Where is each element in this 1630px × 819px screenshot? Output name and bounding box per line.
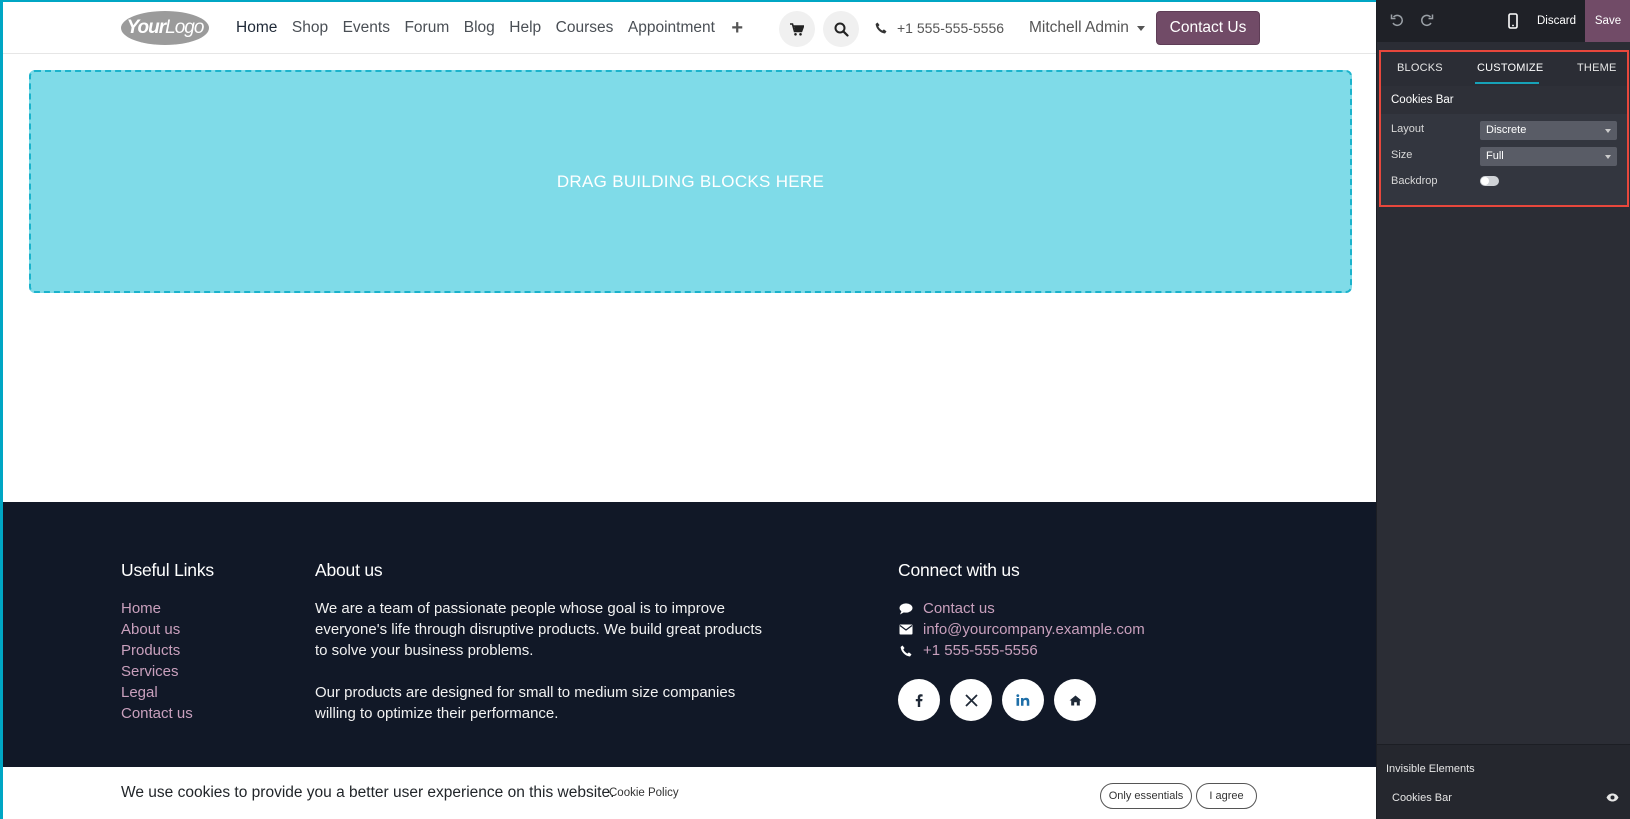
footer-link-home[interactable]: Home <box>121 598 214 619</box>
backdrop-label: Backdrop <box>1391 175 1438 187</box>
editor-tabs: BLOCKS CUSTOMIZE THEME <box>1381 52 1627 86</box>
add-menu-item-button[interactable]: + <box>731 18 743 38</box>
about-paragraph-1: We are a team of passionate people whose… <box>315 600 762 659</box>
contact-us-button[interactable]: Contact Us <box>1156 11 1260 45</box>
invisible-item-cookies-bar[interactable]: Cookies Bar <box>1392 792 1452 804</box>
tab-customize[interactable]: CUSTOMIZE <box>1477 62 1543 74</box>
linkedin-icon[interactable] <box>1002 679 1044 721</box>
invisible-elements: Invisible Elements Cookies Bar <box>1377 744 1630 819</box>
footer-link-contact[interactable]: Contact us <box>121 703 214 724</box>
mobile-preview-icon[interactable] <box>1508 13 1518 29</box>
comment-icon <box>898 602 914 615</box>
search-button[interactable] <box>823 11 859 47</box>
nav-link-home[interactable]: Home <box>236 19 277 37</box>
footer-about: About us We are a team of passionate peo… <box>315 560 775 724</box>
drop-zone-text: DRAG BUILDING BLOCKS HERE <box>556 171 825 191</box>
website-preview: Your Logo Home Shop Events Forum Blog Hel… <box>0 0 1376 819</box>
footer-connect: Connect with us Contact us info@yourcomp… <box>898 560 1145 721</box>
cart-icon <box>790 22 804 36</box>
connect-phone-row[interactable]: +1 555-555-5556 <box>898 640 1145 661</box>
snippet-options: Layout Discrete Size Full Backdrop <box>1381 114 1627 205</box>
nav-link-shop[interactable]: Shop <box>292 19 328 37</box>
x-icon[interactable] <box>950 679 992 721</box>
search-icon <box>834 22 849 37</box>
footer-useful-links: Useful Links Home About us Products Serv… <box>121 560 214 724</box>
user-menu[interactable]: Mitchell Admin <box>1029 2 1145 54</box>
invisible-elements-title: Invisible Elements <box>1386 763 1475 775</box>
nav-link-courses[interactable]: Courses <box>556 19 614 37</box>
footer: Useful Links Home About us Products Serv… <box>3 502 1376 767</box>
nav-phone[interactable]: +1 555-555-5556 <box>875 2 1004 54</box>
editor-toolbar: Discard Save <box>1377 0 1630 42</box>
size-select[interactable]: Full <box>1480 147 1617 166</box>
chevron-down-icon <box>1605 129 1611 133</box>
snippet-section-header: Cookies Bar <box>1381 86 1627 114</box>
social-links <box>898 679 1145 721</box>
chevron-down-icon <box>1605 155 1611 159</box>
home-icon[interactable] <box>1054 679 1096 721</box>
nav-link-help[interactable]: Help <box>509 19 541 37</box>
footer-link-services[interactable]: Services <box>121 661 214 682</box>
backdrop-toggle[interactable] <box>1480 176 1499 186</box>
layout-select[interactable]: Discrete <box>1480 121 1617 140</box>
toggle-knob <box>1481 177 1489 185</box>
tab-theme[interactable]: THEME <box>1577 62 1617 74</box>
customize-panel: BLOCKS CUSTOMIZE THEME Cookies Bar Layou… <box>1379 50 1629 207</box>
editor-panel: Discard Save BLOCKS CUSTOMIZE THEME Cook… <box>1376 0 1630 819</box>
facebook-icon[interactable] <box>898 679 940 721</box>
cookie-policy-link[interactable]: Cookie Policy <box>609 787 679 799</box>
footer-link-products[interactable]: Products <box>121 640 214 661</box>
size-label: Size <box>1391 149 1413 161</box>
site-logo[interactable]: Your Logo <box>121 11 209 45</box>
save-button[interactable]: Save <box>1585 0 1630 42</box>
discard-button[interactable]: Discard <box>1537 0 1576 42</box>
about-paragraph-2: Our products are designed for small to m… <box>315 684 736 722</box>
agree-button[interactable]: I agree <box>1196 783 1257 809</box>
undo-icon[interactable] <box>1389 12 1405 28</box>
drop-zone[interactable]: DRAG BUILDING BLOCKS HERE <box>29 70 1352 293</box>
footer-link-legal[interactable]: Legal <box>121 682 214 703</box>
nav-link-forum[interactable]: Forum <box>404 19 449 37</box>
nav-link-events[interactable]: Events <box>343 19 390 37</box>
eye-icon[interactable] <box>1606 793 1619 802</box>
navbar: Your Logo Home Shop Events Forum Blog Hel… <box>3 2 1376 54</box>
phone-icon <box>875 22 887 34</box>
footer-link-about[interactable]: About us <box>121 619 214 640</box>
redo-icon[interactable] <box>1419 12 1435 28</box>
cookie-message: We use cookies to provide you a better u… <box>121 784 615 801</box>
cart-button[interactable] <box>779 11 815 47</box>
connect-email-row[interactable]: info@yourcompany.example.com <box>898 619 1145 640</box>
about-title: About us <box>315 560 383 580</box>
nav-link-blog[interactable]: Blog <box>464 19 495 37</box>
nav-menu: Home Shop Events Forum Blog Help Courses… <box>236 2 743 54</box>
connect-contact-row[interactable]: Contact us <box>898 598 1145 619</box>
phone-icon <box>898 645 914 657</box>
active-tab-indicator <box>1475 82 1539 84</box>
only-essentials-button[interactable]: Only essentials <box>1100 783 1192 809</box>
connect-title: Connect with us <box>898 560 1020 580</box>
useful-links-title: Useful Links <box>121 560 214 580</box>
envelope-icon <box>898 624 914 635</box>
chevron-down-icon <box>1136 25 1145 31</box>
tab-blocks[interactable]: BLOCKS <box>1397 62 1443 74</box>
cookies-bar: We use cookies to provide you a better u… <box>3 767 1376 819</box>
section-title: Cookies Bar <box>1391 94 1454 106</box>
nav-link-appointment[interactable]: Appointment <box>628 19 715 37</box>
layout-label: Layout <box>1391 123 1425 135</box>
